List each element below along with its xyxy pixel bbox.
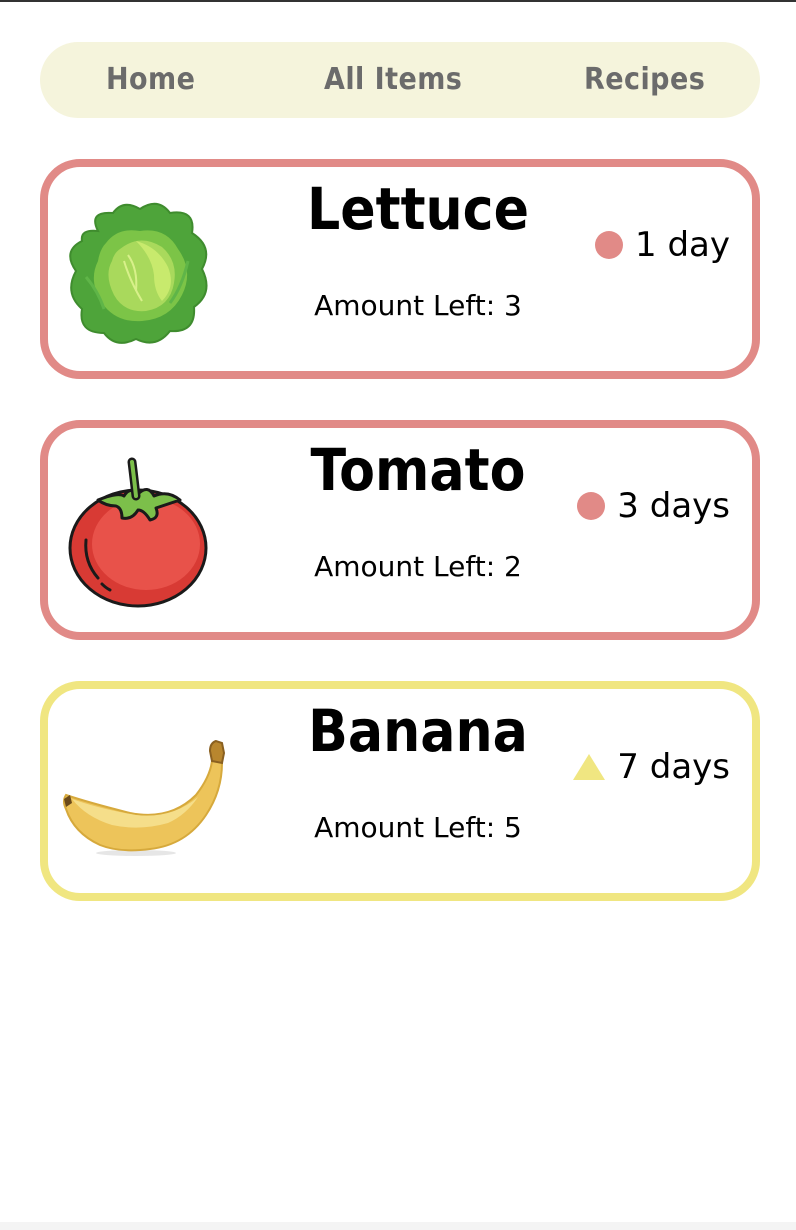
expiry-status: 7 days <box>573 745 730 789</box>
tomato-icon <box>68 457 208 608</box>
urgent-circle-icon <box>577 492 606 520</box>
bottom-edge <box>0 1222 796 1230</box>
nav-all-items-link[interactable]: All Items <box>324 42 462 118</box>
item-card-banana[interactable]: Banana Amount Left: 5 7 days <box>40 681 760 901</box>
days-left: 3 days <box>617 486 730 526</box>
days-left: 7 days <box>617 747 730 787</box>
amount-left: Amount Left: 2 <box>314 550 522 583</box>
item-name: Tomato <box>310 436 526 504</box>
item-card-tomato[interactable]: Tomato Amount Left: 2 3 days <box>40 420 760 640</box>
days-left: 1 day <box>635 225 730 265</box>
banana-icon <box>63 739 226 856</box>
item-card-lettuce[interactable]: Lettuce Amount Left: 3 1 day <box>40 159 760 379</box>
item-name: Banana <box>308 697 528 765</box>
nav-home-link[interactable]: Home <box>106 42 195 118</box>
nav-bar: Home All Items Recipes <box>40 42 760 118</box>
nav-recipes-link[interactable]: Recipes <box>584 42 705 118</box>
warning-triangle-icon <box>573 754 606 780</box>
amount-left: Amount Left: 3 <box>314 289 522 322</box>
amount-left: Amount Left: 5 <box>314 811 522 844</box>
expiry-status: 1 day <box>595 223 730 267</box>
urgent-circle-icon <box>595 231 624 259</box>
top-divider <box>0 0 796 2</box>
item-name: Lettuce <box>306 175 530 243</box>
lettuce-icon <box>69 202 208 344</box>
expiry-status: 3 days <box>577 484 730 528</box>
